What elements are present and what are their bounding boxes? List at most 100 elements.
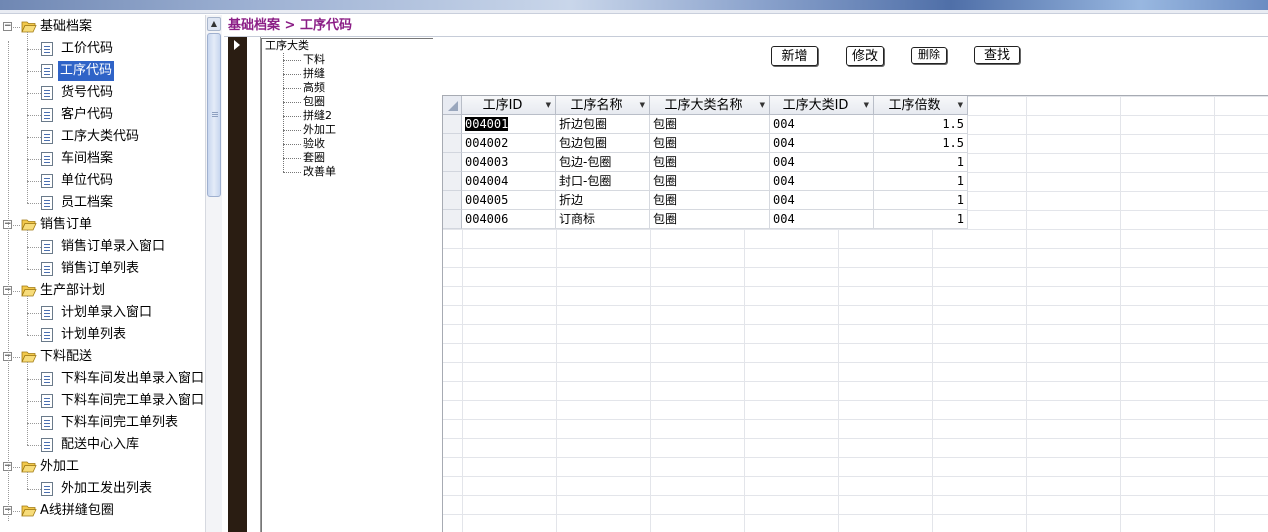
tree-connector — [13, 357, 20, 358]
tree-toggle-button[interactable]: − — [3, 22, 12, 31]
grid-cell[interactable]: 004004 — [462, 172, 556, 191]
category-root[interactable]: 工序大类 — [265, 39, 309, 53]
chevron-down-icon[interactable]: ▼ — [864, 96, 869, 115]
chevron-down-icon[interactable]: ▼ — [958, 96, 963, 115]
grid-cell[interactable]: 1 — [874, 153, 968, 172]
grid-cell[interactable]: 004003 — [462, 153, 556, 172]
grid-cell[interactable]: 包圈 — [650, 153, 770, 172]
window-banner — [0, 0, 1268, 10]
grid-cell[interactable]: 004006 — [462, 210, 556, 229]
tree-item[interactable]: 配送中心入库 — [61, 434, 139, 456]
grid-cell[interactable]: 1.5 — [874, 134, 968, 153]
row-selector[interactable] — [443, 115, 462, 134]
record-selector[interactable] — [228, 37, 247, 532]
tree-item[interactable]: 外加工发出列表 — [61, 478, 152, 500]
grid-cell[interactable]: 订商标 — [556, 210, 650, 229]
process-code-grid[interactable]: 工序ID ▼ 工序名称 ▼ 工序大类名称 ▼ 工序大类ID ▼ 工序倍数 ▼ 004001 折边包圈包… — [442, 95, 1268, 532]
grid-cell[interactable]: 包圈 — [650, 134, 770, 153]
column-header[interactable]: 工序大类名称 ▼ — [650, 96, 770, 115]
scroll-up-button[interactable]: ▲ — [207, 17, 221, 31]
sidebar-scrollbar[interactable]: ▲ — [205, 15, 222, 532]
grid-cell[interactable]: 004001 — [462, 115, 556, 134]
grid-cell[interactable]: 004 — [770, 115, 874, 134]
tree-item[interactable]: 计划单列表 — [61, 324, 126, 346]
tree-item[interactable]: 下料车间完工单录入窗口 — [61, 390, 204, 412]
grid-cell[interactable]: 包圈 — [650, 115, 770, 134]
category-item[interactable]: 外加工 — [303, 123, 336, 137]
chevron-down-icon[interactable]: ▼ — [640, 96, 645, 115]
record-selector-gutter — [247, 37, 261, 532]
tree-group-label[interactable]: 销售订单 — [40, 214, 92, 236]
edit-button[interactable]: 修改 — [846, 46, 884, 66]
add-button[interactable]: 新增 — [771, 46, 818, 66]
row-selector[interactable] — [443, 210, 462, 229]
tree-item[interactable]: 工价代码 — [61, 38, 113, 60]
folder-open-icon — [21, 460, 37, 473]
grid-cell[interactable]: 004 — [770, 210, 874, 229]
category-item[interactable]: 套圈 — [303, 151, 325, 165]
scrollbar-thumb[interactable] — [207, 33, 221, 197]
grid-cell[interactable]: 1 — [874, 191, 968, 210]
category-item[interactable]: 包圈 — [303, 95, 325, 109]
grid-cell[interactable]: 004 — [770, 153, 874, 172]
tree-item[interactable]: 销售订单列表 — [61, 258, 139, 280]
cell-value: 004 — [773, 212, 795, 226]
cell-value: 订商标 — [559, 212, 596, 226]
tree-item[interactable]: 工序代码 — [58, 61, 115, 81]
category-item[interactable]: 高频 — [303, 81, 325, 95]
grid-cell[interactable]: 004002 — [462, 134, 556, 153]
column-header[interactable]: 工序名称 ▼ — [556, 96, 650, 115]
tree-item[interactable]: 销售订单录入窗口 — [61, 236, 165, 258]
grid-cell[interactable]: 包圈 — [650, 172, 770, 191]
tree-group-label[interactable]: A线拼缝包圈 — [40, 500, 114, 522]
column-header[interactable]: 工序倍数 ▼ — [874, 96, 968, 115]
grid-cell[interactable]: 1 — [874, 172, 968, 191]
delete-button[interactable]: 删除 — [911, 47, 947, 64]
chevron-down-icon[interactable]: ▼ — [760, 96, 765, 115]
tree-item[interactable]: 下料车间发出单录入窗口 — [61, 368, 204, 390]
find-button[interactable]: 查找 — [974, 46, 1020, 64]
grid-cell[interactable]: 1.5 — [874, 115, 968, 134]
cell-value: 004002 — [465, 136, 509, 150]
tree-item[interactable]: 货号代码 — [61, 82, 113, 104]
category-item[interactable]: 验收 — [303, 137, 325, 151]
tree-connector — [283, 172, 301, 173]
grid-cell[interactable]: 包边-包圈 — [556, 153, 650, 172]
tree-item[interactable]: 员工档案 — [61, 192, 113, 214]
tree-group-label[interactable]: 外加工 — [40, 456, 79, 478]
grid-cell[interactable]: 封口-包圈 — [556, 172, 650, 191]
grid-cell[interactable]: 004 — [770, 134, 874, 153]
category-item[interactable]: 拼缝2 — [303, 109, 332, 123]
row-selector[interactable] — [443, 134, 462, 153]
category-item[interactable]: 下料 — [303, 53, 325, 67]
tree-item[interactable]: 工序大类代码 — [61, 126, 139, 148]
row-selector[interactable] — [443, 153, 462, 172]
chevron-down-icon[interactable]: ▼ — [546, 96, 551, 115]
tree-item[interactable]: 车间档案 — [61, 148, 113, 170]
grid-cell[interactable]: 004005 — [462, 191, 556, 210]
select-all-corner[interactable] — [443, 96, 462, 115]
category-item[interactable]: 拼缝 — [303, 67, 325, 81]
cell-value: 1.5 — [942, 136, 964, 150]
column-header[interactable]: 工序ID ▼ — [462, 96, 556, 115]
row-selector[interactable] — [443, 172, 462, 191]
grid-cell[interactable]: 折边 — [556, 191, 650, 210]
grid-cell[interactable]: 包边包圈 — [556, 134, 650, 153]
row-selector[interactable] — [443, 191, 462, 210]
tree-group-label[interactable]: 下料配送 — [40, 346, 92, 368]
tree-item[interactable]: 下料车间完工单列表 — [61, 412, 178, 434]
grid-cell[interactable]: 004 — [770, 172, 874, 191]
column-header[interactable]: 工序大类ID ▼ — [770, 96, 874, 115]
tree-item[interactable]: 客户代码 — [61, 104, 113, 126]
tree-group-label[interactable]: 生产部计划 — [40, 280, 105, 302]
grid-cell[interactable]: 004 — [770, 191, 874, 210]
grid-cell[interactable]: 包圈 — [650, 191, 770, 210]
tree-group-label[interactable]: 基础档案 — [40, 16, 92, 38]
grid-cell[interactable]: 包圈 — [650, 210, 770, 229]
grid-cell[interactable]: 折边包圈 — [556, 115, 650, 134]
category-item[interactable]: 改善单 — [303, 165, 336, 179]
tree-item[interactable]: 单位代码 — [61, 170, 113, 192]
cell-value: 1 — [956, 174, 964, 188]
grid-cell[interactable]: 1 — [874, 210, 968, 229]
tree-item[interactable]: 计划单录入窗口 — [61, 302, 152, 324]
